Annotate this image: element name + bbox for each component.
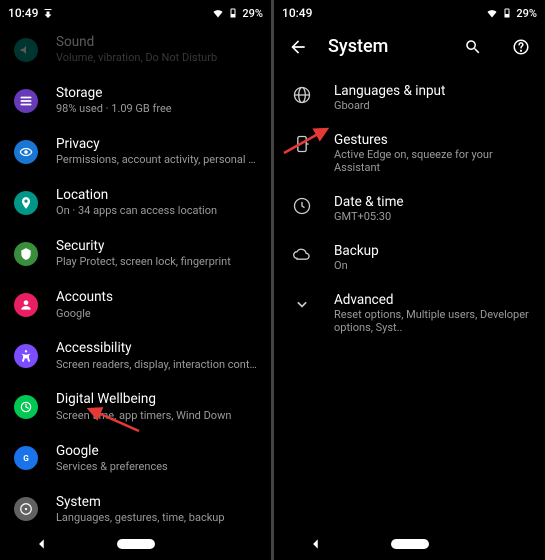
system-row-languages-input[interactable]: Languages & inputGboard xyxy=(274,73,545,122)
security-icon xyxy=(14,242,38,266)
help-button[interactable] xyxy=(511,37,531,57)
row-title: Location xyxy=(56,186,257,204)
settings-row-security[interactable]: SecurityPlay Protect, screen lock, finge… xyxy=(0,228,271,279)
nav-bar xyxy=(274,528,545,560)
row-sub: Languages, gestures, time, backup xyxy=(56,511,257,526)
system-icon xyxy=(14,497,38,521)
nav-home-button[interactable] xyxy=(391,539,429,549)
accessibility-icon xyxy=(14,344,38,368)
system-row-backup[interactable]: BackupOn xyxy=(274,233,545,282)
settings-row-digital-wellbeing[interactable]: Digital WellbeingScreen time, app timers… xyxy=(0,381,271,432)
row-title: Accessibility xyxy=(56,339,257,357)
screen-header: System xyxy=(274,24,545,73)
wifi-icon xyxy=(486,7,498,19)
nav-bar xyxy=(0,528,271,560)
settings-list: SoundVolume, vibration, Do Not Disturb S… xyxy=(0,24,271,560)
nav-recent-button[interactable] xyxy=(222,536,238,552)
search-button[interactable] xyxy=(463,37,483,57)
google-icon: G xyxy=(14,446,38,470)
row-title: Backup xyxy=(334,243,379,259)
settings-main-screen: 10:49 29% SoundVolume, vibration, Do Not… xyxy=(0,0,271,560)
clock-icon xyxy=(292,196,312,216)
row-sub: GMT+05:30 xyxy=(334,210,404,223)
row-title: Digital Wellbeing xyxy=(56,390,257,408)
row-sub: Active Edge on, squeeze for your Assista… xyxy=(334,148,531,174)
settings-row-storage[interactable]: Storage98% used · 1.09 GB free xyxy=(0,75,271,126)
row-title: Gestures xyxy=(334,132,531,148)
settings-row-accessibility[interactable]: AccessibilityScreen readers, display, in… xyxy=(0,330,271,381)
row-sub: Reset options, Multiple users, Developer… xyxy=(334,308,531,334)
privacy-icon xyxy=(14,140,38,164)
backup-icon xyxy=(292,245,312,265)
wifi-icon xyxy=(212,7,224,19)
download-icon xyxy=(42,7,54,19)
gestures-icon xyxy=(292,134,312,154)
row-sub: 98% used · 1.09 GB free xyxy=(56,102,257,117)
nav-recent-button[interactable] xyxy=(496,536,512,552)
row-sub: Screen time, app timers, Wind Down xyxy=(56,409,257,424)
nav-back-button[interactable] xyxy=(308,536,324,552)
storage-icon xyxy=(14,89,38,113)
location-icon xyxy=(14,191,38,215)
row-sub: Permissions, account activity, personal … xyxy=(56,153,257,168)
system-row-date-time[interactable]: Date & timeGMT+05:30 xyxy=(274,184,545,233)
nav-back-button[interactable] xyxy=(34,536,50,552)
battery-text: 29% xyxy=(516,7,537,20)
settings-row-accounts[interactable]: AccountsGoogle xyxy=(0,279,271,330)
wellbeing-icon xyxy=(14,395,38,419)
row-sub: Volume, vibration, Do Not Disturb xyxy=(56,51,257,66)
system-list: Languages & inputGboardGesturesActive Ed… xyxy=(274,73,545,344)
chevron-down-icon xyxy=(292,294,312,314)
accounts-icon xyxy=(14,293,38,317)
status-bar: 10:49 29% xyxy=(0,0,271,24)
status-bar: 10:49 29% xyxy=(274,0,545,24)
system-settings-screen: 10:49 29% System Languages & inputGboard… xyxy=(274,0,545,560)
row-sub: On xyxy=(334,259,379,272)
settings-row-google[interactable]: G GoogleServices & preferences xyxy=(0,433,271,484)
row-title: Languages & input xyxy=(334,83,445,99)
back-button[interactable] xyxy=(288,37,308,57)
battery-icon xyxy=(227,7,239,19)
row-sub: Screen readers, display, interaction con… xyxy=(56,358,257,373)
svg-text:G: G xyxy=(23,453,29,463)
row-title: Accounts xyxy=(56,288,257,306)
settings-row-privacy[interactable]: PrivacyPermissions, account activity, pe… xyxy=(0,126,271,177)
sound-icon xyxy=(14,38,38,62)
row-title: Privacy xyxy=(56,135,257,153)
clock-text: 10:49 xyxy=(8,6,38,20)
row-title: Advanced xyxy=(334,292,531,308)
row-title: Security xyxy=(56,237,257,255)
row-sub: Services & preferences xyxy=(56,460,257,475)
system-row-advanced[interactable]: AdvancedReset options, Multiple users, D… xyxy=(274,282,545,344)
system-row-gestures[interactable]: GesturesActive Edge on, squeeze for your… xyxy=(274,122,545,184)
clock-text: 10:49 xyxy=(282,6,312,20)
row-title: Google xyxy=(56,442,257,460)
row-title: System xyxy=(56,493,257,511)
settings-row-system[interactable]: SystemLanguages, gestures, time, backup xyxy=(0,484,271,535)
battery-text: 29% xyxy=(242,7,263,20)
row-sub: Play Protect, screen lock, fingerprint xyxy=(56,255,257,270)
settings-row-sound[interactable]: SoundVolume, vibration, Do Not Disturb xyxy=(0,24,271,75)
row-title: Date & time xyxy=(334,194,404,210)
page-title: System xyxy=(328,36,435,57)
row-sub: Gboard xyxy=(334,99,445,112)
battery-icon xyxy=(501,7,513,19)
row-sub: Google xyxy=(56,307,257,322)
globe-icon xyxy=(292,85,312,105)
row-title: Storage xyxy=(56,84,257,102)
row-title: Sound xyxy=(56,33,257,51)
row-sub: On · 34 apps can access location xyxy=(56,204,257,219)
settings-row-location[interactable]: LocationOn · 34 apps can access location xyxy=(0,177,271,228)
nav-home-button[interactable] xyxy=(117,539,155,549)
